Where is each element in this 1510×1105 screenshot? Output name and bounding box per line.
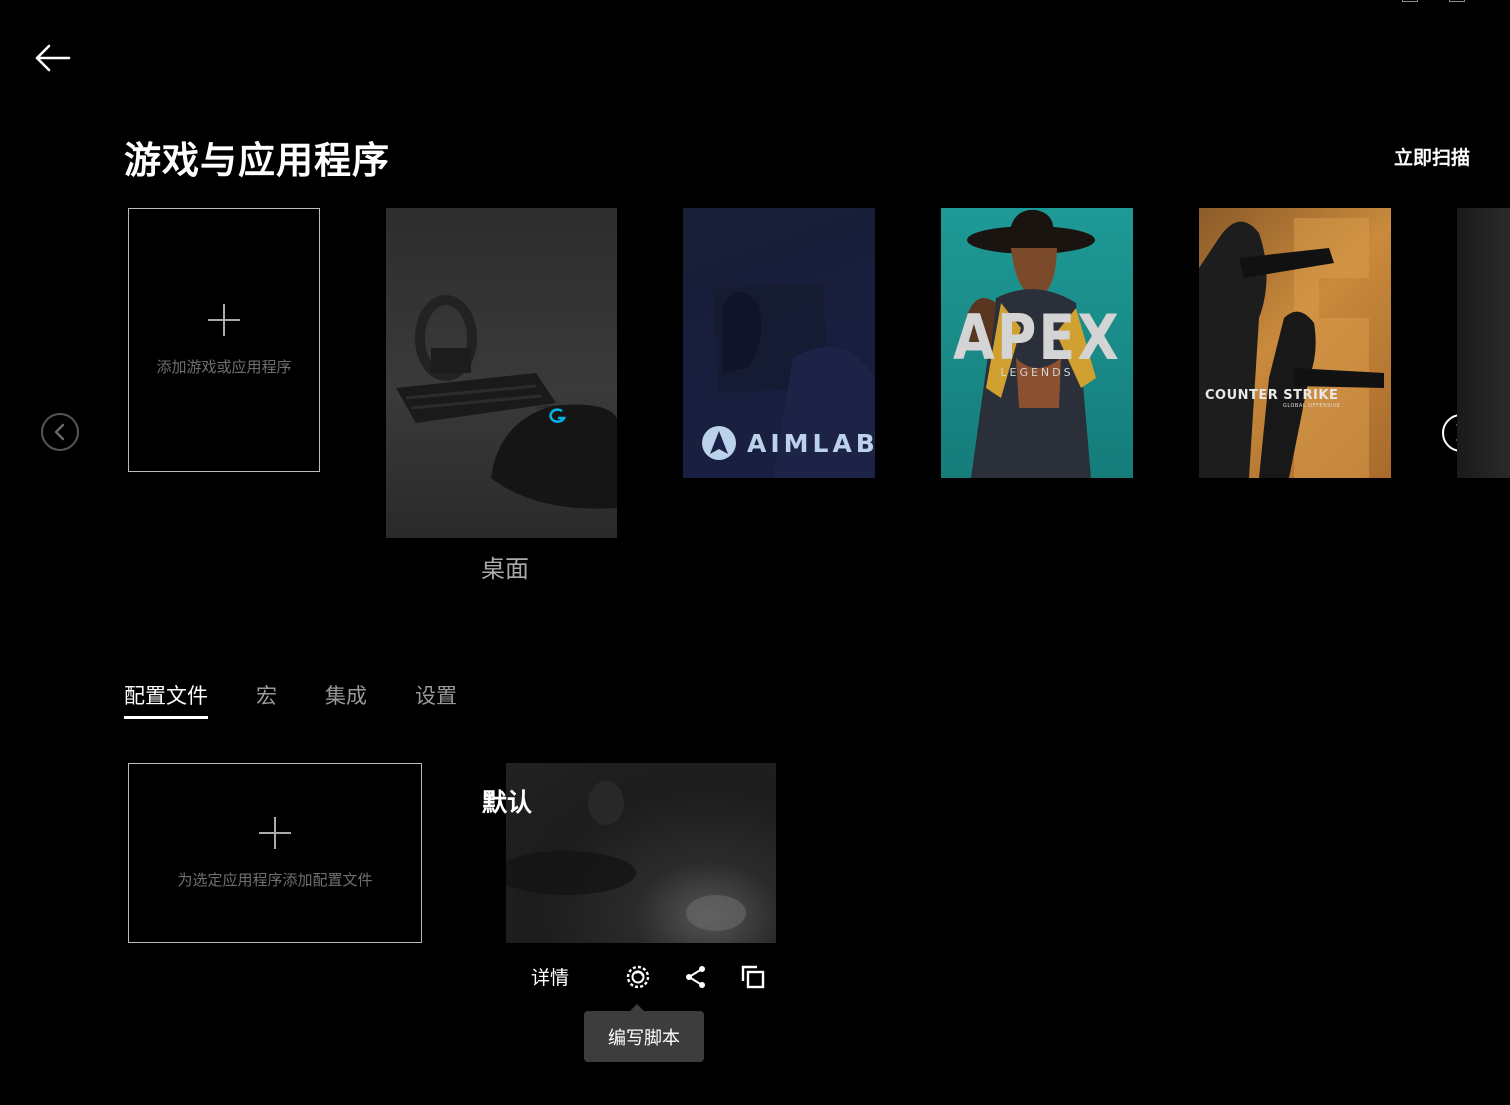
minimize-window-button[interactable] bbox=[1402, 0, 1418, 2]
carousel-prev-button[interactable] bbox=[41, 413, 79, 451]
add-game-card[interactable]: 添加游戏或应用程序 bbox=[128, 208, 320, 472]
profile-details-button[interactable]: 详情 bbox=[531, 963, 569, 990]
profile-card-default[interactable] bbox=[506, 763, 776, 943]
desktop-artwork bbox=[396, 295, 617, 509]
plus-icon bbox=[208, 303, 240, 336]
back-button[interactable] bbox=[34, 40, 72, 76]
scan-now-button[interactable]: 立即扫描 bbox=[1394, 143, 1470, 170]
app-card-apex-legends[interactable]: APEX LEGENDS bbox=[941, 208, 1133, 478]
aimlab-logo-icon bbox=[702, 426, 736, 460]
profile-tabs: 配置文件 宏 集成 设置 bbox=[124, 680, 505, 719]
tab-profiles[interactable]: 配置文件 bbox=[124, 680, 208, 719]
app-card-counter-strike[interactable]: COUNTER STRIKE GLOBAL OFFENSIVE bbox=[1199, 208, 1391, 478]
share-icon[interactable] bbox=[681, 962, 711, 992]
plus-icon bbox=[259, 816, 291, 849]
apex-logo-text: APEX bbox=[953, 301, 1121, 374]
tab-macros[interactable]: 宏 bbox=[256, 680, 277, 719]
apex-logo-subtitle: LEGENDS bbox=[1000, 366, 1074, 379]
arrow-left-icon bbox=[35, 44, 71, 72]
page-title: 游戏与应用程序 bbox=[124, 139, 390, 182]
csgo-artwork bbox=[1199, 218, 1384, 478]
app-card-aimlab[interactable]: AIMLAB bbox=[683, 208, 875, 478]
profile-artwork bbox=[506, 781, 746, 931]
chevron-left-icon bbox=[54, 423, 65, 441]
script-gear-icon[interactable] bbox=[623, 962, 653, 992]
csgo-logo-subtitle: GLOBAL OFFENSIVE bbox=[1283, 403, 1341, 409]
add-profile-label: 为选定应用程序添加配置文件 bbox=[177, 870, 373, 889]
csgo-logo-text: COUNTER STRIKE bbox=[1205, 388, 1339, 403]
copy-icon[interactable] bbox=[738, 962, 768, 992]
add-game-label: 添加游戏或应用程序 bbox=[156, 357, 292, 376]
tab-settings[interactable]: 设置 bbox=[415, 680, 457, 719]
app-card-partial[interactable] bbox=[1457, 208, 1510, 478]
tab-integrations[interactable]: 集成 bbox=[325, 680, 367, 719]
app-card-desktop-label: 桌面 bbox=[481, 555, 529, 583]
profile-name-default: 默认 bbox=[482, 788, 533, 817]
logitech-g-logo bbox=[549, 408, 567, 423]
tooltip-write-script: 编写脚本 bbox=[584, 1004, 704, 1062]
maximize-window-button[interactable] bbox=[1449, 0, 1465, 2]
aimlab-logo-text: AIMLAB bbox=[747, 429, 875, 458]
add-profile-card[interactable]: 为选定应用程序添加配置文件 bbox=[128, 763, 422, 943]
app-card-desktop[interactable] bbox=[386, 208, 617, 538]
